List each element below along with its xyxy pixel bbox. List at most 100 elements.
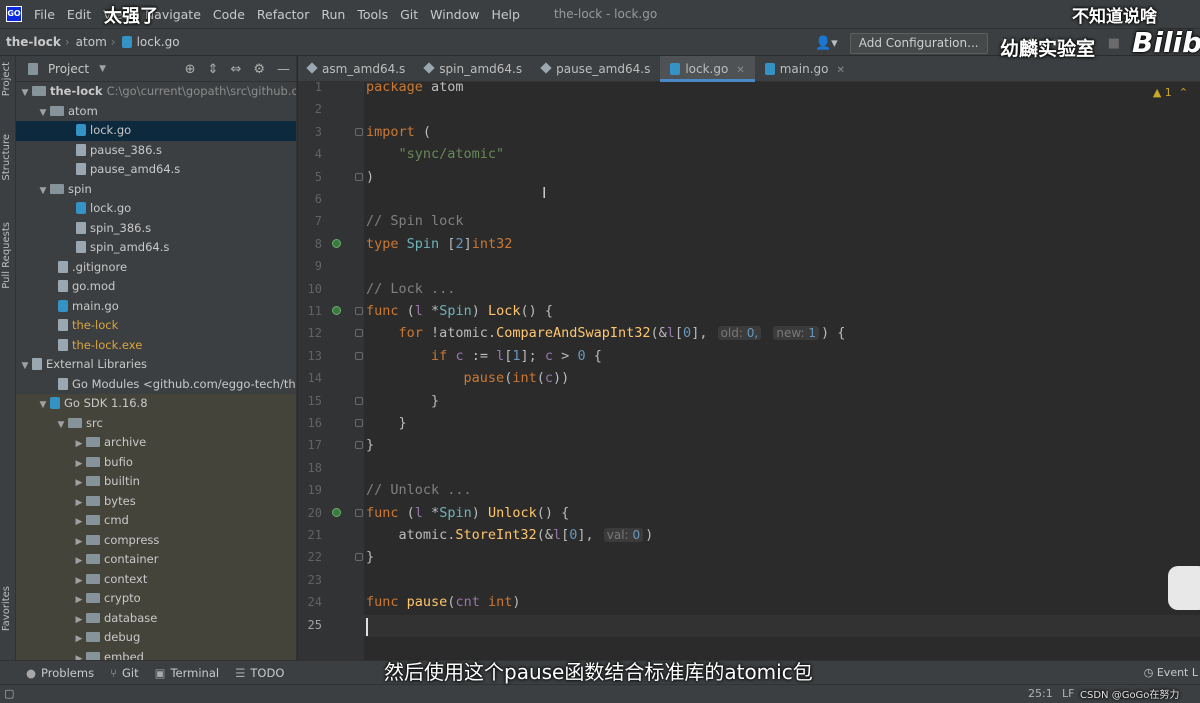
line-number: 13 xyxy=(307,348,322,363)
tree-node-atom-lock-go[interactable]: lock.go xyxy=(16,121,296,141)
tree-node-spin-lock-go[interactable]: lock.go xyxy=(16,199,296,219)
fold-icon[interactable] xyxy=(355,172,363,181)
tree-node-spin[interactable]: ▼ spin xyxy=(16,180,296,200)
expand-all-icon[interactable]: ⇕ xyxy=(208,62,219,77)
stop-icon[interactable]: ■ xyxy=(1108,36,1120,51)
chevron-right-icon[interactable]: ▶ xyxy=(74,650,84,661)
tree-node-spin-386[interactable]: spin_386.s xyxy=(16,219,296,239)
code-line: 1 package atom xyxy=(298,82,1200,98)
asm-file-icon xyxy=(76,241,86,253)
tree-node-the-lock[interactable]: ▼ the-lock C:\go\current\gopath\src\github… xyxy=(16,82,296,102)
tool-tab-structure[interactable]: Structure xyxy=(1,134,15,181)
tab-pause-amd64[interactable]: pause_amd64.s xyxy=(532,56,660,82)
line-ending-selector[interactable]: LF xyxy=(1062,687,1074,700)
fold-icon[interactable] xyxy=(355,508,363,517)
menu-window[interactable]: Window xyxy=(424,7,485,22)
tree-node-spin-amd64[interactable]: spin_amd64.s xyxy=(16,238,296,258)
tree-label: compress xyxy=(104,532,160,547)
tree-node-external-libraries[interactable]: ▼ External Libraries xyxy=(16,355,296,375)
tree-node-bytes[interactable]: ▶ bytes xyxy=(16,491,296,511)
go-file-icon xyxy=(58,299,68,312)
menu-file[interactable]: File xyxy=(28,7,61,22)
tree-node-builtin[interactable]: ▶ builtin xyxy=(16,472,296,492)
implements-marker-icon[interactable] xyxy=(332,507,341,517)
tree-node-the-lock-binary[interactable]: the-lock xyxy=(16,316,296,336)
breadcrumb-project[interactable]: the-lock xyxy=(0,35,65,49)
collapse-all-icon[interactable]: ⇔ xyxy=(230,62,241,77)
menu-edit[interactable]: Edit xyxy=(61,7,97,22)
tool-button-terminal[interactable]: ▣ Terminal xyxy=(155,666,219,680)
hide-panel-icon[interactable]: — xyxy=(277,62,290,77)
chevron-down-icon[interactable]: ▼ xyxy=(99,64,106,74)
fold-icon[interactable] xyxy=(355,127,363,136)
tool-button-problems[interactable]: ● Problems xyxy=(26,666,94,680)
menu-run[interactable]: Run xyxy=(315,7,351,22)
tree-node-bufio[interactable]: ▶ bufio xyxy=(16,452,296,472)
tree-node-go-mod[interactable]: go.mod xyxy=(16,277,296,297)
event-log-button[interactable]: ◷ Event L xyxy=(1144,666,1198,679)
tab-spin-amd64[interactable]: spin_amd64.s xyxy=(415,56,532,82)
fold-icon[interactable] xyxy=(355,329,363,338)
tool-windows-toggle-icon[interactable]: ▢ xyxy=(4,687,14,700)
tree-node-src[interactable]: ▼ src xyxy=(16,413,296,433)
menu-git[interactable]: Git xyxy=(394,7,424,22)
menu-refactor[interactable]: Refactor xyxy=(251,7,315,22)
tree-node-pause-amd64[interactable]: pause_amd64.s xyxy=(16,160,296,180)
tree-node-debug[interactable]: ▶ debug xyxy=(16,628,296,648)
menu-help[interactable]: Help xyxy=(485,7,526,22)
tree-label: bufio xyxy=(104,454,133,469)
tree-node-archive[interactable]: ▶ archive xyxy=(16,433,296,453)
close-icon[interactable]: ✕ xyxy=(736,65,744,76)
folder-icon xyxy=(86,495,100,506)
project-view-selector[interactable]: Project xyxy=(48,62,89,76)
implements-marker-icon[interactable] xyxy=(332,306,341,315)
goland-logo-icon[interactable]: GO xyxy=(6,6,22,22)
menu-code[interactable]: Code xyxy=(207,7,251,22)
code-line: 20 func (l *Spin) Unlock() { xyxy=(298,502,1200,524)
tree-label: embed xyxy=(104,649,144,661)
code-editor[interactable]: ▲ 1 ⌃ 1 package atom 2 3 import ( 4 "sync/… xyxy=(298,82,1200,660)
fold-icon[interactable] xyxy=(355,419,363,427)
code-line: 21 atomic.StoreInt32(&l[0], val: 0) xyxy=(298,524,1200,546)
tree-node-main-go[interactable]: main.go xyxy=(16,297,296,317)
tab-asm-amd64[interactable]: asm_amd64.s xyxy=(298,56,415,82)
tree-node-atom[interactable]: ▼ atom xyxy=(16,102,296,122)
add-configuration-button[interactable]: Add Configuration... xyxy=(849,32,988,54)
tool-tab-project[interactable]: Project xyxy=(1,62,15,96)
fold-icon[interactable] xyxy=(355,396,363,405)
tree-node-container[interactable]: ▶ container xyxy=(16,550,296,570)
caret-position[interactable]: 25:1 xyxy=(1028,687,1053,700)
breadcrumb-file[interactable]: lock.go xyxy=(116,35,184,49)
tool-button-git[interactable]: ⑂ Git xyxy=(110,666,139,680)
user-icon[interactable]: 👤▾ xyxy=(815,36,838,51)
tool-tab-favorites[interactable]: Favorites xyxy=(1,586,15,631)
tool-label: Problems xyxy=(41,665,95,680)
line-number: 3 xyxy=(314,124,322,139)
line-number: 9 xyxy=(314,259,322,274)
implements-marker-icon[interactable] xyxy=(332,238,341,248)
tree-node-go-sdk[interactable]: ▼ Go SDK 1.16.8 xyxy=(16,394,296,414)
tool-button-todo[interactable]: ☰ TODO xyxy=(235,666,284,680)
tree-node-the-lock-exe[interactable]: the-lock.exe xyxy=(16,336,296,356)
tool-tab-pull-requests[interactable]: Pull Requests xyxy=(1,222,15,289)
tree-node-database[interactable]: ▶ database xyxy=(16,608,296,628)
gear-icon[interactable]: ⚙ xyxy=(253,62,265,77)
breadcrumb-folder[interactable]: atom xyxy=(70,35,111,49)
fold-icon[interactable] xyxy=(355,307,363,315)
menu-tools[interactable]: Tools xyxy=(351,7,394,22)
fold-icon[interactable] xyxy=(355,351,363,360)
tree-node-context[interactable]: ▶ context xyxy=(16,569,296,589)
tab-lock-go[interactable]: lock.go ✕ xyxy=(660,56,755,82)
tree-node-pause-386[interactable]: pause_386.s xyxy=(16,141,296,161)
tree-node-embed[interactable]: ▶ embed xyxy=(16,647,296,661)
close-icon[interactable]: ✕ xyxy=(836,65,844,76)
tree-node-compress[interactable]: ▶ compress xyxy=(16,530,296,550)
fold-icon[interactable] xyxy=(355,441,363,450)
tree-node-crypto[interactable]: ▶ crypto xyxy=(16,589,296,609)
tab-main-go[interactable]: main.go ✕ xyxy=(755,56,855,82)
fold-icon[interactable] xyxy=(355,553,363,562)
tree-node-cmd[interactable]: ▶ cmd xyxy=(16,511,296,531)
tree-node-gitignore[interactable]: .gitignore xyxy=(16,258,296,278)
tree-node-go-modules[interactable]: Go Modules <github.com/eggo-tech/the-l xyxy=(16,375,296,395)
locate-file-icon[interactable]: ⊕ xyxy=(185,62,196,77)
